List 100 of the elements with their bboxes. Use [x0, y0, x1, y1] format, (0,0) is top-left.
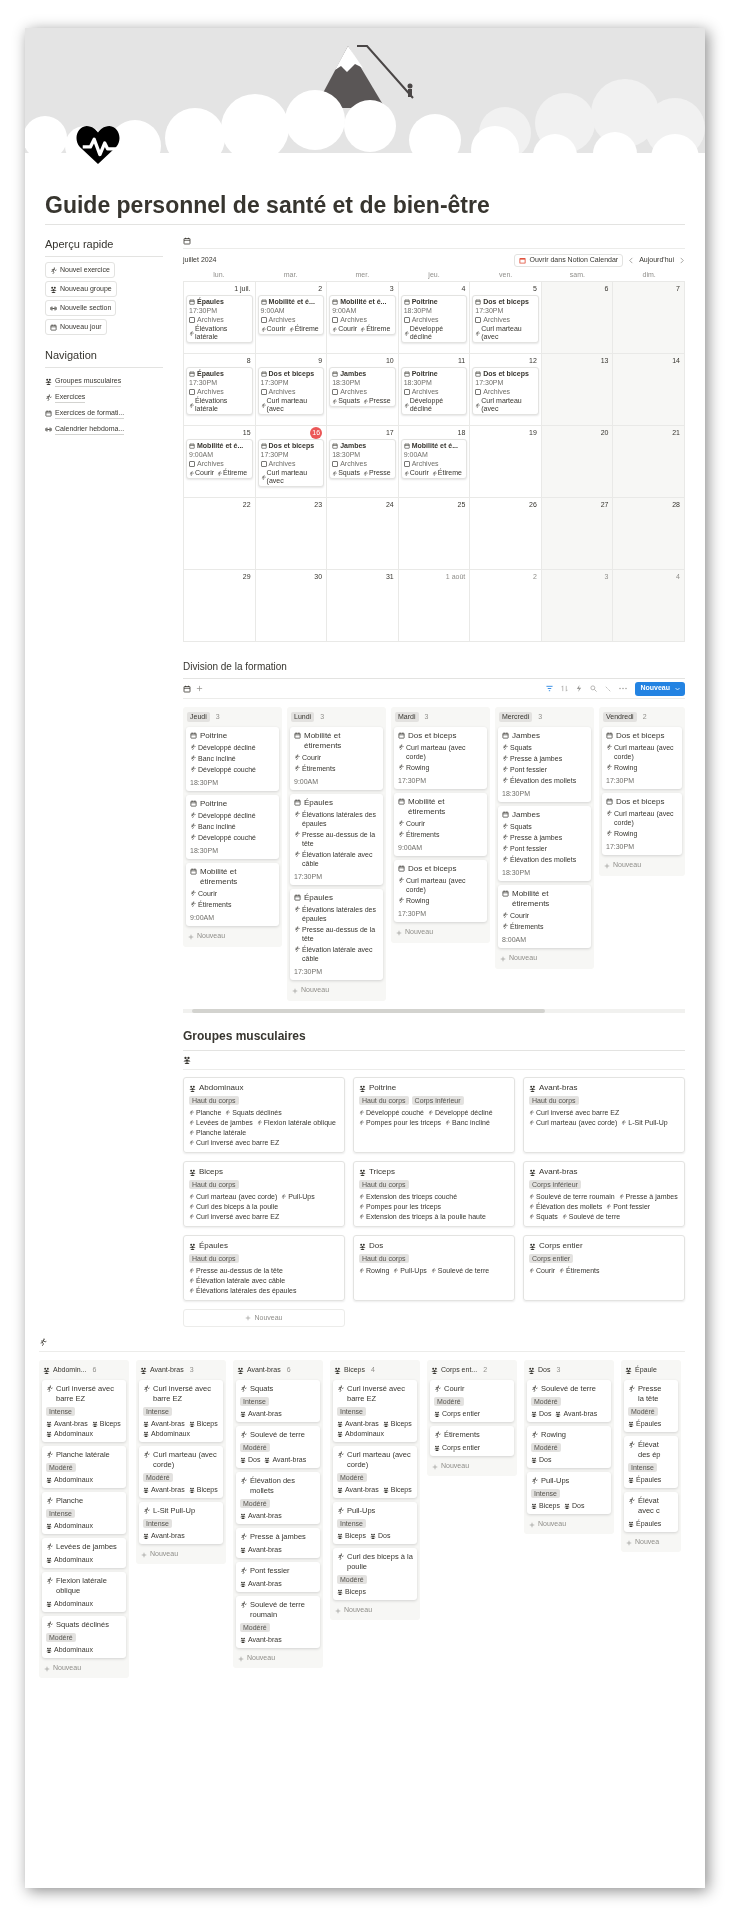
checkbox[interactable]: [189, 317, 195, 323]
people-icon: [434, 1410, 440, 1417]
runner-icon: [189, 1110, 194, 1115]
runner-icon: [190, 766, 196, 772]
runner-icon: [46, 1385, 53, 1392]
calendar-icon: [189, 442, 195, 449]
runner-icon: [39, 1338, 47, 1346]
people-icon: [628, 1420, 634, 1427]
runner-icon: [398, 877, 404, 883]
calendar-icon: [45, 409, 52, 417]
runner-icon: [190, 901, 196, 907]
calendar-icon: [294, 732, 301, 739]
people-icon: [45, 377, 52, 385]
calendar-icon: [183, 684, 191, 693]
card-title: Épaules: [304, 798, 333, 808]
people-icon: [555, 1410, 562, 1417]
people-icon: [359, 1084, 366, 1092]
checkbox[interactable]: [189, 461, 195, 467]
runner-icon: [428, 1110, 433, 1115]
runner-icon: [529, 1214, 534, 1219]
runner-icon: [190, 755, 196, 761]
people-icon: [237, 1366, 244, 1374]
people-icon: [337, 1430, 343, 1437]
runner-icon: [189, 1278, 194, 1283]
calendar-icon: [502, 732, 509, 739]
card-title: Jambes: [512, 731, 540, 741]
runner-icon: [403, 402, 409, 408]
runner-icon: [502, 823, 508, 829]
section-heading: Groupes musculaires: [183, 1029, 685, 1051]
card-title: Triceps: [369, 1167, 395, 1177]
runner-icon: [606, 1204, 612, 1209]
runner-icon: [531, 1477, 538, 1484]
checkbox[interactable]: [403, 461, 410, 467]
runner-icon: [531, 1431, 538, 1438]
runner-icon: [431, 470, 437, 476]
runner-icon: [190, 744, 196, 750]
runner-icon: [337, 1385, 344, 1392]
runner-icon: [217, 470, 223, 476]
people-icon: [46, 1522, 52, 1529]
runner-icon: [240, 1533, 247, 1540]
people-icon: [564, 1502, 570, 1509]
card-title: Mobilité et étirements: [304, 731, 343, 751]
checkbox[interactable]: [475, 389, 482, 395]
filter-icon[interactable]: [546, 685, 554, 692]
calendar-icon: [502, 811, 509, 818]
runner-icon: [240, 1567, 247, 1574]
calendar-icon: [332, 442, 339, 449]
people-icon: [431, 1366, 438, 1374]
people-icon: [46, 1600, 52, 1607]
runner-icon: [189, 1130, 194, 1135]
people-icon: [46, 1476, 52, 1483]
checkbox[interactable]: [260, 389, 267, 395]
checkbox[interactable]: [332, 317, 339, 323]
runner-icon: [445, 1120, 451, 1125]
checkbox[interactable]: [475, 317, 482, 323]
runner-icon: [189, 402, 194, 408]
people-icon: [188, 1486, 195, 1493]
runner-icon: [189, 1268, 194, 1273]
checkbox[interactable]: [332, 389, 339, 395]
runner-icon: [398, 764, 404, 770]
people-icon: [370, 1532, 376, 1539]
checkbox[interactable]: [260, 461, 267, 467]
checkbox[interactable]: [189, 389, 195, 395]
runner-icon: [240, 1601, 247, 1608]
runner-icon: [398, 831, 404, 837]
scrollbar-thumb[interactable]: [192, 1009, 545, 1013]
plus-icon: [245, 1315, 252, 1321]
runner-icon: [143, 1451, 150, 1458]
people-icon: [382, 1486, 389, 1493]
runner-icon: [618, 1194, 624, 1199]
runner-icon: [190, 834, 196, 840]
card-title: Épaules: [304, 893, 333, 903]
checkbox[interactable]: [260, 317, 267, 323]
plus-icon: [529, 1521, 535, 1528]
card-title: Dos et biceps: [408, 864, 457, 874]
runner-icon: [189, 1204, 194, 1209]
runner-icon: [190, 823, 196, 829]
checkbox[interactable]: [403, 317, 410, 323]
calendar-icon: [398, 865, 405, 872]
runner-icon: [46, 1497, 53, 1504]
calendar-icon: [190, 868, 197, 875]
runner-icon: [502, 777, 508, 783]
calendar-icon: [398, 732, 405, 739]
runner-icon: [46, 1451, 53, 1458]
runner-icon: [294, 811, 300, 817]
lightning-icon[interactable]: [576, 685, 583, 692]
checkbox[interactable]: [332, 461, 339, 467]
runner-icon: [260, 474, 266, 480]
runner-icon: [337, 1553, 344, 1560]
card-title: Poitrine: [369, 1083, 397, 1093]
runner-icon: [529, 1204, 534, 1209]
runner-icon: [398, 897, 404, 903]
card-title: Corps entier: [539, 1241, 583, 1251]
runner-icon: [628, 1497, 635, 1504]
plus-icon: [604, 862, 610, 869]
card-title: Dos et biceps: [616, 731, 665, 741]
runner-icon: [294, 754, 300, 760]
calendar-icon: [260, 442, 267, 449]
people-icon: [240, 1546, 246, 1553]
checkbox[interactable]: [403, 389, 410, 395]
